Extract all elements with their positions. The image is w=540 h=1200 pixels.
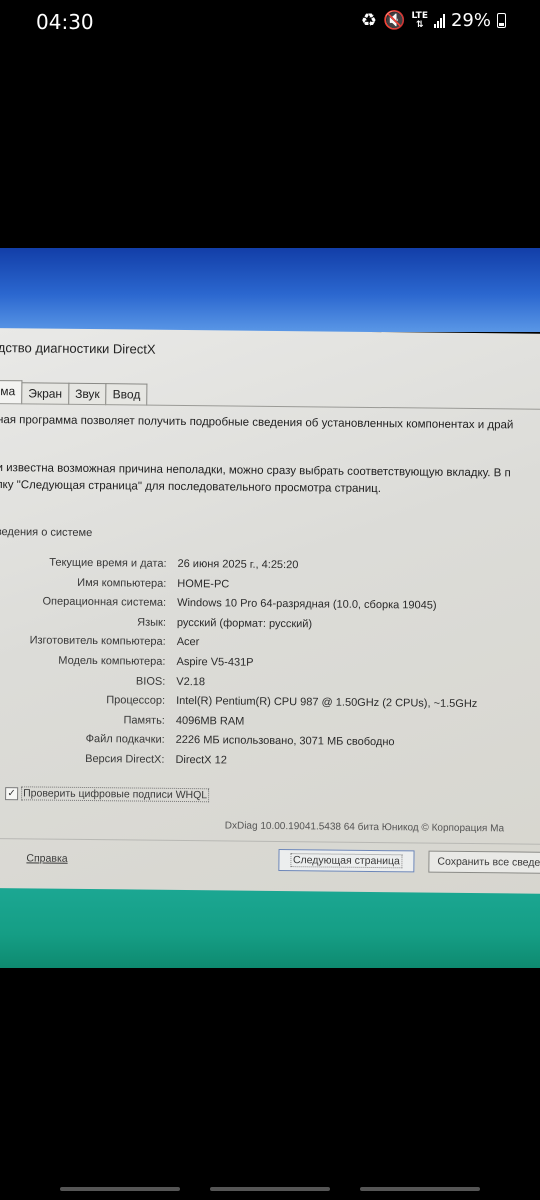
tab-divider xyxy=(0,402,540,410)
status-bar: 04:30 ♻ 🔇 LTE ⇅ 29% xyxy=(0,0,540,44)
desktop-background-bottom xyxy=(0,884,540,968)
info-value: Aspire V5-431P xyxy=(176,655,254,669)
tab-sound[interactable]: Звук xyxy=(67,382,107,406)
info-value: V2.18 xyxy=(176,675,206,688)
section-title: ведения о системе xyxy=(0,526,93,540)
window-title: дство диагностики DirectX xyxy=(0,340,156,357)
next-page-label: Следующая страница xyxy=(289,853,403,869)
info-label: Версия DirectX: xyxy=(85,752,165,766)
info-label: Файл подкачки: xyxy=(85,733,165,747)
tab-input[interactable]: Ввод xyxy=(105,383,148,406)
info-label: Память: xyxy=(123,714,165,727)
nav-back-handle[interactable] xyxy=(60,1187,180,1191)
info-value: Windows 10 Pro 64-разрядная (10.0, сборк… xyxy=(177,597,437,612)
monitor-photo: дство диагностики DirectX ма Экран Звук … xyxy=(0,248,540,968)
nav-recents-handle[interactable] xyxy=(360,1187,480,1191)
info-label: Изготовитель компьютера: xyxy=(29,634,166,649)
footer-divider xyxy=(0,837,540,845)
info-label: Текущие время и дата: xyxy=(49,556,167,570)
battery-icon xyxy=(497,13,506,28)
info-value: Intel(R) Pentium(R) CPU 987 @ 1.50GHz (2… xyxy=(176,695,478,711)
info-label: Операционная система: xyxy=(42,595,167,610)
navigation-bar xyxy=(0,1180,540,1200)
system-info-list: Текущие время и дата: 26 июня 2025 г., 4:… xyxy=(0,556,540,777)
intro-text: ная программа позволяет получить подробн… xyxy=(0,414,514,432)
info-value: Acer xyxy=(176,636,200,649)
info-value: 2226 МБ использовано, 3071 МБ свободно xyxy=(175,734,395,749)
lte-icon: LTE ⇅ xyxy=(411,10,428,30)
version-text: DxDiag 10.00.19041.5438 64 бита Юникод ©… xyxy=(224,820,505,835)
recycle-notification-icon: ♻ xyxy=(360,10,378,31)
tab-system[interactable]: ма xyxy=(0,379,23,405)
save-all-button[interactable]: Сохранить все сведения xyxy=(428,850,540,875)
tab-display[interactable]: Экран xyxy=(21,382,70,405)
nav-home-handle[interactable] xyxy=(210,1187,330,1191)
desktop-background xyxy=(0,248,540,332)
signal-icon xyxy=(433,13,445,28)
info-value: DirectX 12 xyxy=(175,753,227,767)
info-label: Имя компьютера: xyxy=(77,576,167,590)
info-label: BIOS: xyxy=(135,675,166,688)
info-label: Язык: xyxy=(137,616,166,629)
status-icons: ♻ 🔇 LTE ⇅ 29% xyxy=(361,10,506,31)
status-time: 04:30 xyxy=(36,10,94,34)
info-value: 4096MB RAM xyxy=(175,714,245,728)
whql-checkbox-row[interactable]: ✓ Проверить цифровые подписи WHQL xyxy=(5,786,210,803)
help-button[interactable]: Справка xyxy=(26,852,67,864)
next-page-button[interactable]: Следующая страница xyxy=(278,849,415,873)
info-value: HOME-PC xyxy=(177,577,230,591)
tab-bar: ма Экран Звук Ввод xyxy=(0,379,148,406)
info-value: русский (формат: русский) xyxy=(176,616,313,631)
battery-percent: 29% xyxy=(450,10,491,31)
hint-text: и известна возможная причина неполадки, … xyxy=(0,460,511,499)
mute-icon: 🔇 xyxy=(383,10,406,31)
info-label: Процессор: xyxy=(106,694,166,707)
whql-checkbox-label[interactable]: Проверить цифровые подписи WHQL xyxy=(21,786,210,803)
info-value: 26 июня 2025 г., 4:25:20 xyxy=(177,557,299,572)
info-label: Модель компьютера: xyxy=(58,654,166,668)
dxdiag-window: дство диагностики DirectX ма Экран Звук … xyxy=(0,328,540,894)
whql-checkbox[interactable]: ✓ xyxy=(5,786,19,800)
